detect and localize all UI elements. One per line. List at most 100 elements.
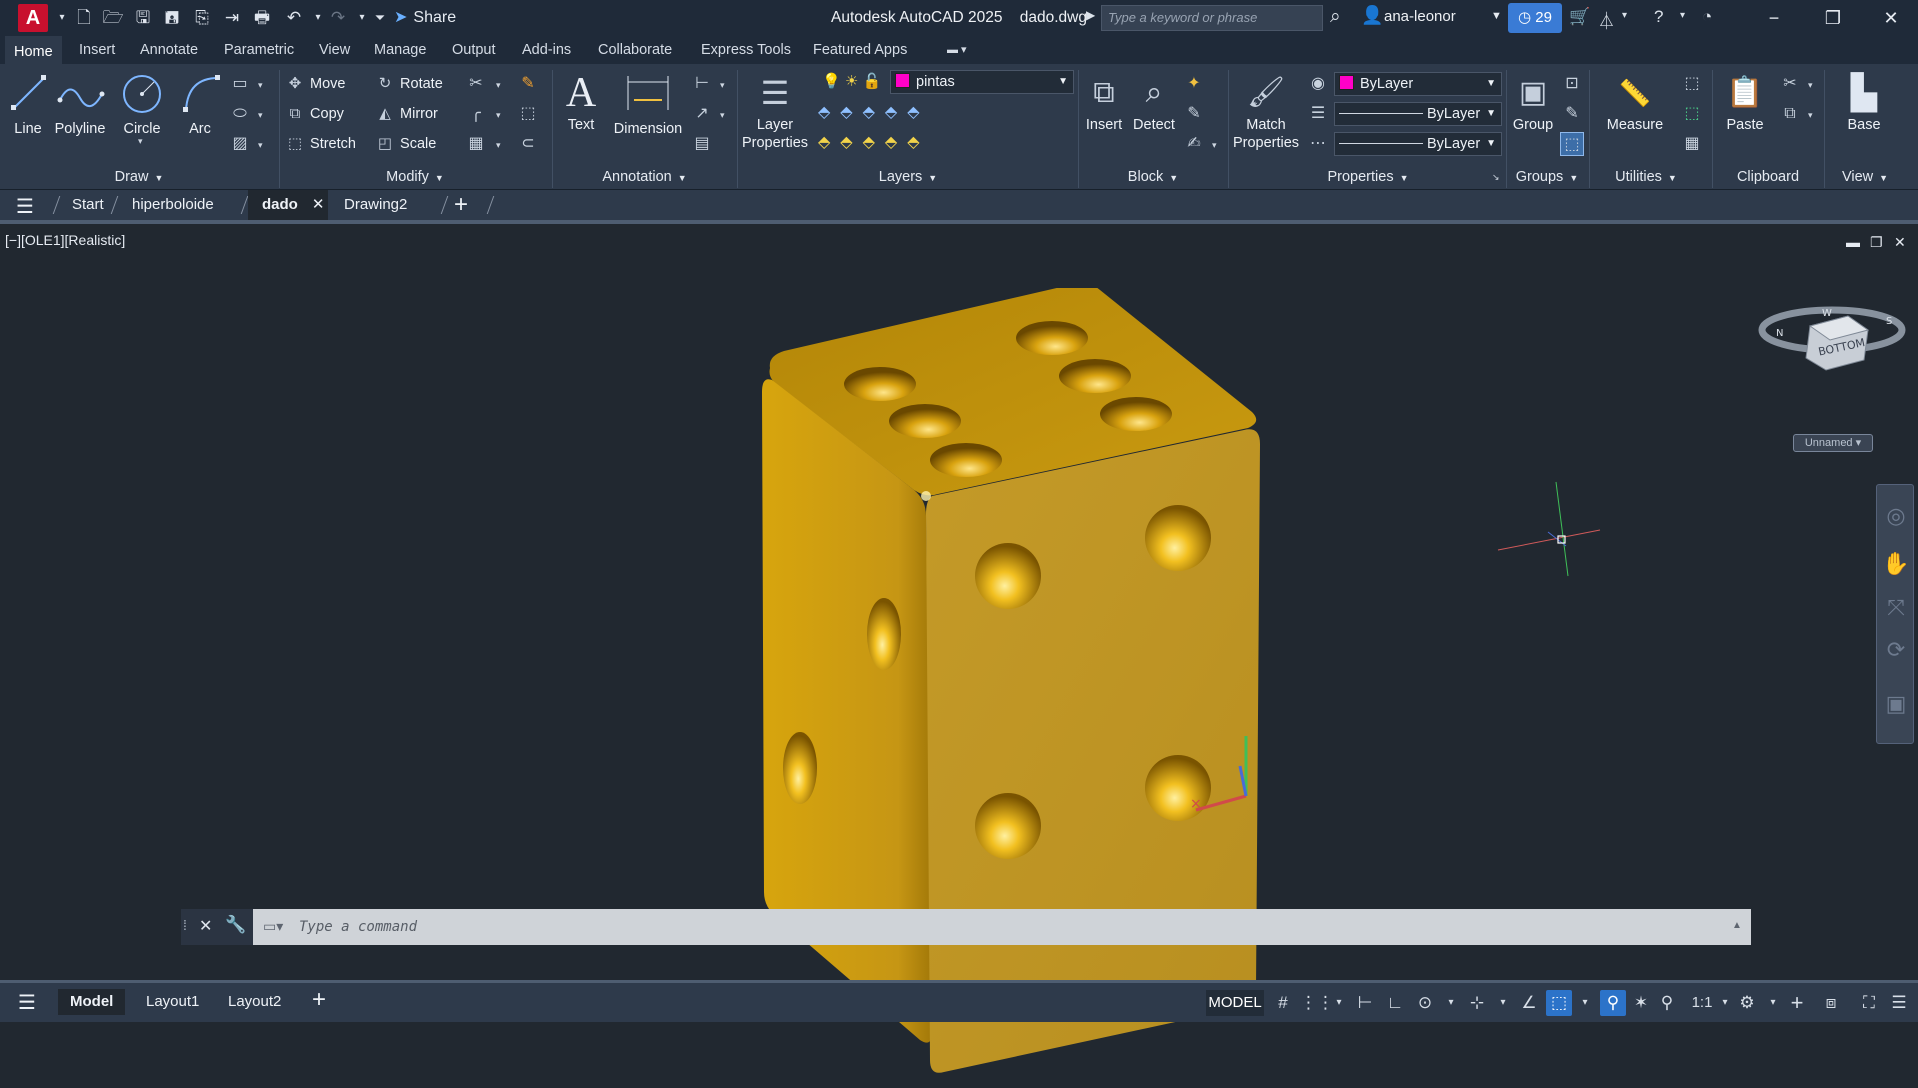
base-view-button[interactable]: ▙ Base [1836, 70, 1892, 134]
groups-panel-title[interactable]: Groups ▼ [1507, 166, 1587, 188]
tab-output[interactable]: Output [443, 36, 505, 64]
array-dropdown-icon[interactable]: ▾ [496, 140, 501, 151]
help-search-input[interactable]: Type a keyword or phrase [1101, 5, 1323, 31]
close-window-icon[interactable]: ✕ [1868, 4, 1914, 32]
workspace-dropdown-icon[interactable]: ▾ [1760, 990, 1786, 1016]
drawing-viewport[interactable]: [−][OLE1][Realistic] ▬ ❐ ✕ × N W S BOTTO… [0, 228, 1918, 1073]
mirror-button[interactable]: ◭ Mirror [374, 102, 438, 126]
new-tab-plus-icon[interactable]: + [454, 191, 468, 219]
search-expand-icon[interactable]: ▶ [1086, 8, 1095, 22]
showmotion-icon[interactable]: ▣ [1877, 691, 1915, 717]
leader-icon[interactable]: ↗ [690, 102, 714, 126]
help-icon[interactable]: ? [1654, 7, 1663, 27]
model-space-toggle[interactable]: MODEL [1206, 990, 1264, 1016]
offset-icon[interactable]: ⊂ [516, 132, 540, 156]
plot-icon[interactable]: 🖶 [250, 6, 274, 30]
color-dropdown[interactable]: ByLayer ▼ [1334, 72, 1502, 96]
viewport-minimize-icon[interactable]: ▬ [1846, 234, 1860, 250]
app-menu-chevron-icon[interactable]: ▾ [50, 6, 74, 30]
open-file-icon[interactable]: 🗁 [101, 6, 125, 30]
isolate-objects-icon[interactable]: ⧈ [1818, 990, 1844, 1016]
dimension-button[interactable]: Dimension [610, 70, 686, 138]
zoom-extents-icon[interactable]: ⤧ [1877, 595, 1915, 621]
edit-attributes-icon[interactable]: ✍ [1182, 132, 1206, 156]
pan-hand-icon[interactable]: ✋ [1877, 551, 1915, 577]
layout-menu-icon[interactable]: ☰ [18, 990, 36, 1015]
linetype-dropdown[interactable]: ByLayer ▼ [1334, 132, 1502, 156]
cut-dropdown-icon[interactable]: ▾ [1808, 80, 1813, 91]
named-view-dropdown[interactable]: Unnamed ▾ [1793, 434, 1873, 452]
export-icon[interactable]: ⇥ [220, 6, 244, 30]
command-line-handle[interactable]: ⁞ ✕ 🔧 [181, 909, 253, 945]
recent-commands-icon[interactable]: ▭▾ [263, 918, 283, 935]
linear-dimension-icon[interactable]: ⊢ [690, 72, 714, 96]
layer-tools-row-1[interactable]: ⬘⬘⬘⬘⬘ [818, 102, 930, 122]
new-layout-plus-icon[interactable]: + [312, 986, 326, 1014]
tab-collaborate[interactable]: Collaborate [589, 36, 681, 64]
table-icon[interactable]: ▤ [690, 132, 714, 156]
tab-insert[interactable]: Insert [70, 36, 124, 64]
paste-button[interactable]: 📋 Paste [1716, 70, 1774, 134]
layer-properties-button[interactable]: ☰ Layer Properties [740, 70, 810, 152]
object-snap-tracking-icon[interactable]: ⊹ [1464, 990, 1490, 1016]
dynamic-input-icon[interactable]: ⊢ [1352, 990, 1378, 1016]
fillet-icon[interactable]: ╭ [464, 102, 488, 126]
annotation-panel-title[interactable]: Annotation ▼ [553, 166, 736, 188]
block-panel-title[interactable]: Block ▼ [1079, 166, 1227, 188]
insert-block-button[interactable]: ⧉ Insert [1082, 70, 1126, 134]
layer-dropdown[interactable]: pintas ▼ [890, 70, 1074, 94]
create-block-icon[interactable]: ✦ [1182, 72, 1206, 96]
dice-3d-model[interactable]: × [750, 288, 1270, 1088]
undo-icon[interactable]: ↶ [282, 6, 306, 30]
ribbon-display-toggle-icon[interactable]: ▬ ▾ [938, 36, 976, 64]
array-icon[interactable]: ▦ [464, 132, 488, 156]
rotate-button[interactable]: ↻ Rotate [374, 72, 443, 96]
explode-icon[interactable]: ⬚ [516, 102, 540, 126]
circle-dropdown-icon[interactable]: ▾ [138, 136, 143, 147]
leader-dropdown-icon[interactable]: ▾ [720, 110, 725, 121]
copy-button[interactable]: ⧉ Copy [284, 102, 344, 126]
polar-dropdown-icon[interactable]: ▾ [1438, 990, 1464, 1016]
layer-state-icons[interactable]: 💡 ☀ 🔓 [822, 72, 881, 90]
select-all-icon[interactable]: ⬚ [1680, 102, 1704, 126]
orbit-icon[interactable]: ⟳ [1877, 637, 1915, 663]
customization-menu-icon[interactable]: ☰ [1886, 990, 1912, 1016]
tab-featured-apps[interactable]: Featured Apps [804, 36, 916, 64]
tab-model[interactable]: Model [58, 989, 126, 1015]
edit-block-icon[interactable]: ✎ [1182, 102, 1206, 126]
detect-button[interactable]: ⌕ Detect [1130, 70, 1178, 134]
user-dropdown-icon[interactable]: ▼ [1491, 10, 1502, 22]
text-button[interactable]: A Text [556, 70, 606, 134]
subscription-status-badge[interactable]: ◷ 29 [1508, 3, 1562, 33]
hamburger-menu-icon[interactable]: ☰ [16, 194, 34, 219]
attributes-dropdown-icon[interactable]: ▾ [1212, 140, 1217, 151]
annotation-monitor-plus-icon[interactable]: + [1784, 990, 1810, 1016]
trim-icon[interactable]: ✂ [464, 72, 488, 96]
group-button[interactable]: ▣ Group [1510, 70, 1556, 134]
view-panel-title[interactable]: View ▼ [1825, 166, 1905, 188]
clean-screen-icon[interactable]: ⛶ [1856, 990, 1882, 1016]
tab-dado[interactable]: dado ✕ [248, 190, 328, 220]
tab-express-tools[interactable]: Express Tools [692, 36, 800, 64]
rectangle-dropdown-icon[interactable]: ▾ [258, 80, 263, 91]
viewport-restore-icon[interactable]: ❐ [1870, 234, 1883, 251]
snap-icon[interactable]: ⋮⋮ [1300, 990, 1334, 1016]
search-icon[interactable]: ⌕ [1330, 6, 1341, 28]
layer-tools-row-2[interactable]: ⬘⬘⬘⬘⬘ [818, 132, 930, 152]
help-dropdown-icon[interactable]: ▾ [1680, 10, 1685, 21]
lineweight-toggle-icon[interactable]: ∠ [1516, 990, 1542, 1016]
utilities-panel-title[interactable]: Utilities ▼ [1590, 166, 1702, 188]
store-cart-icon[interactable]: 🛒 [1569, 7, 1590, 27]
tab-annotate[interactable]: Annotate [131, 36, 207, 64]
tab-manage[interactable]: Manage [365, 36, 435, 64]
erase-icon[interactable]: ✎ [516, 72, 540, 96]
cut-icon[interactable]: ✂ [1778, 72, 1802, 96]
tab-layout1[interactable]: Layout1 [134, 989, 211, 1015]
fillet-dropdown-icon[interactable]: ▾ [496, 110, 501, 121]
restore-window-icon[interactable]: ❐ [1810, 4, 1856, 32]
group-edit-icon[interactable]: ✎ [1560, 102, 1584, 126]
hatch-icon[interactable]: ▨ [228, 132, 252, 156]
group-selection-toggle-icon[interactable]: ⬚ [1560, 132, 1584, 156]
new-file-icon[interactable]: 🗋 [72, 6, 96, 30]
snap-dropdown-icon[interactable]: ▾ [1326, 990, 1352, 1016]
